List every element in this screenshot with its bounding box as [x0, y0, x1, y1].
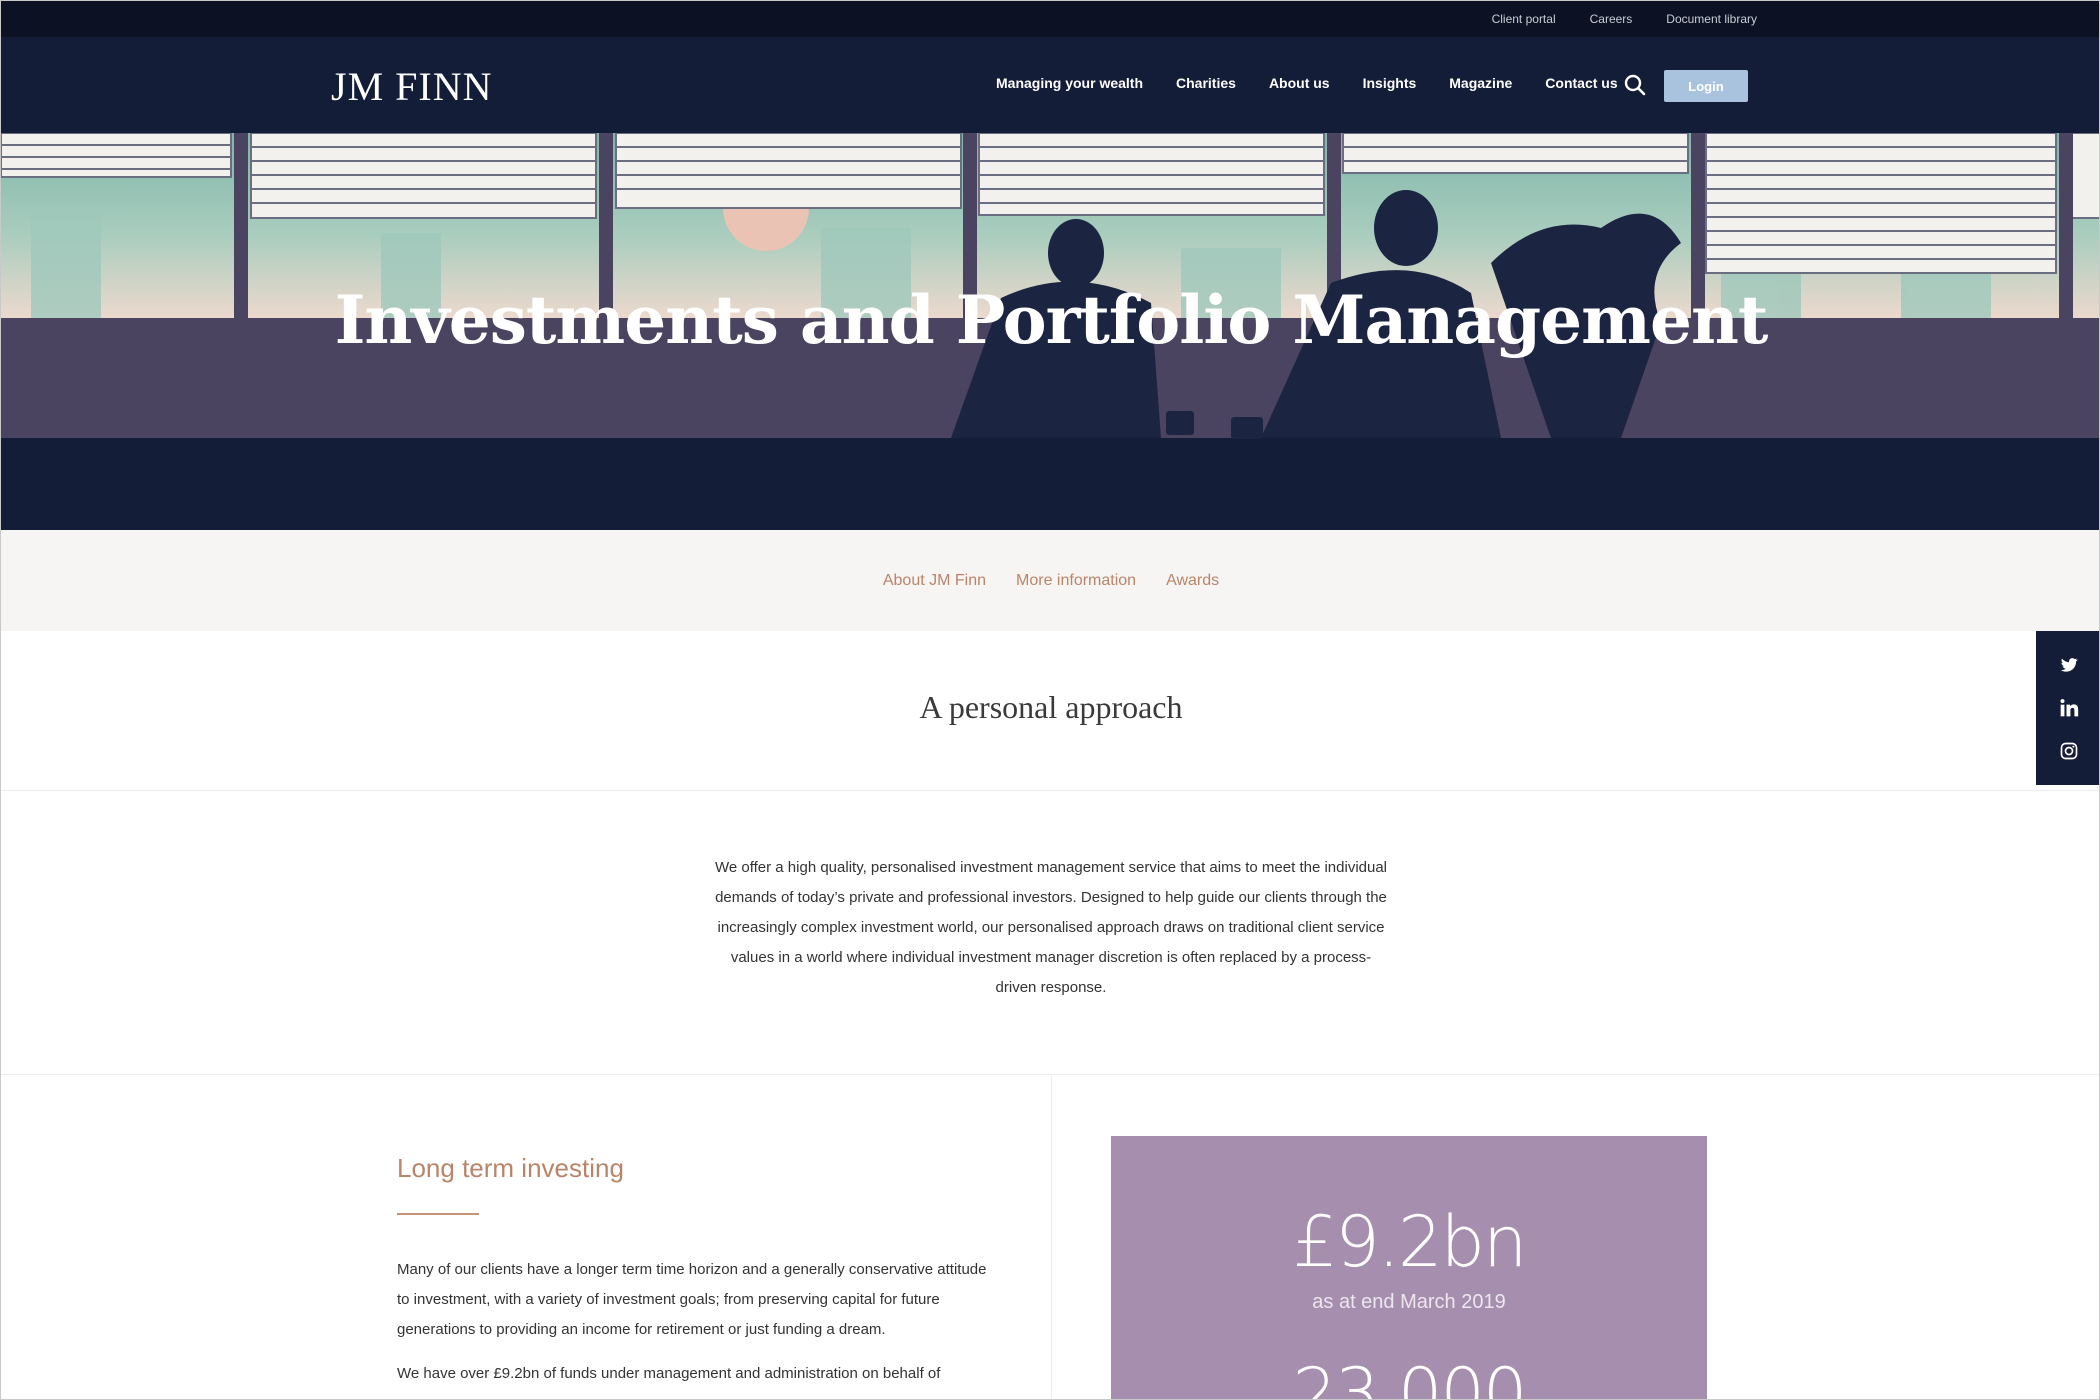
intro-paragraph: We offer a high quality, personalised in… [714, 859, 1388, 996]
column-divider [1051, 1076, 1052, 1399]
stat-value-funds: £9.2bn [1292, 1201, 1528, 1283]
nav-item-contact-us[interactable]: Contact us [1545, 75, 1617, 91]
subnav-item-about-jm-finn[interactable]: About JM Finn [883, 572, 986, 590]
nav-item-insights[interactable]: Insights [1363, 75, 1417, 91]
long-term-paragraph: We have over £9.2bn of funds under manag… [397, 1365, 941, 1382]
nav-item-charities[interactable]: Charities [1176, 75, 1236, 91]
stats-card: £9.2bn as at end March 2019 23,000 [1111, 1136, 1707, 1400]
subnav-item-awards[interactable]: Awards [1166, 572, 1219, 590]
page: Client portal Careers Document library J… [0, 0, 2100, 1400]
nav-item-about-us[interactable]: About us [1269, 75, 1330, 91]
logo[interactable]: JM FINN [331, 63, 492, 110]
utility-link-careers[interactable]: Careers [1590, 12, 1633, 26]
utility-link-client-portal[interactable]: Client portal [1492, 12, 1556, 26]
subnav-item-more-information[interactable]: More information [1016, 572, 1136, 590]
heading-underline [397, 1213, 479, 1215]
utility-link-document-library[interactable]: Document library [1666, 12, 1757, 26]
long-term-heading: Long term investing [397, 1153, 624, 1183]
main-nav: JM FINN Managing your wealth Charities A… [1, 37, 2099, 133]
stat-value-clients: 23,000 [1292, 1353, 1528, 1400]
divider [1, 790, 2099, 791]
search-icon[interactable] [1624, 74, 1646, 96]
login-button[interactable]: Login [1664, 70, 1748, 102]
divider [1, 1074, 2099, 1075]
nav-item-magazine[interactable]: Magazine [1449, 75, 1512, 91]
sub-nav: About JM Finn More information Awards [1, 530, 2099, 631]
hero-title: Investments and Portfolio Management [334, 281, 1769, 359]
twitter-icon[interactable] [2059, 655, 2079, 675]
stat-caption-funds: as at end March 2019 [1312, 1291, 1506, 1313]
section-heading: A personal approach [919, 689, 1183, 725]
utility-bar: Client portal Careers Document library [1, 1, 2099, 37]
long-term-paragraph: Many of our clients have a longer term t… [397, 1261, 987, 1338]
instagram-icon[interactable] [2059, 741, 2079, 761]
nav-links: Managing your wealth Charities About us … [996, 75, 1618, 91]
nav-item-managing-your-wealth[interactable]: Managing your wealth [996, 75, 1143, 91]
hero-banner: Investments and Portfolio Management [1, 133, 2099, 530]
